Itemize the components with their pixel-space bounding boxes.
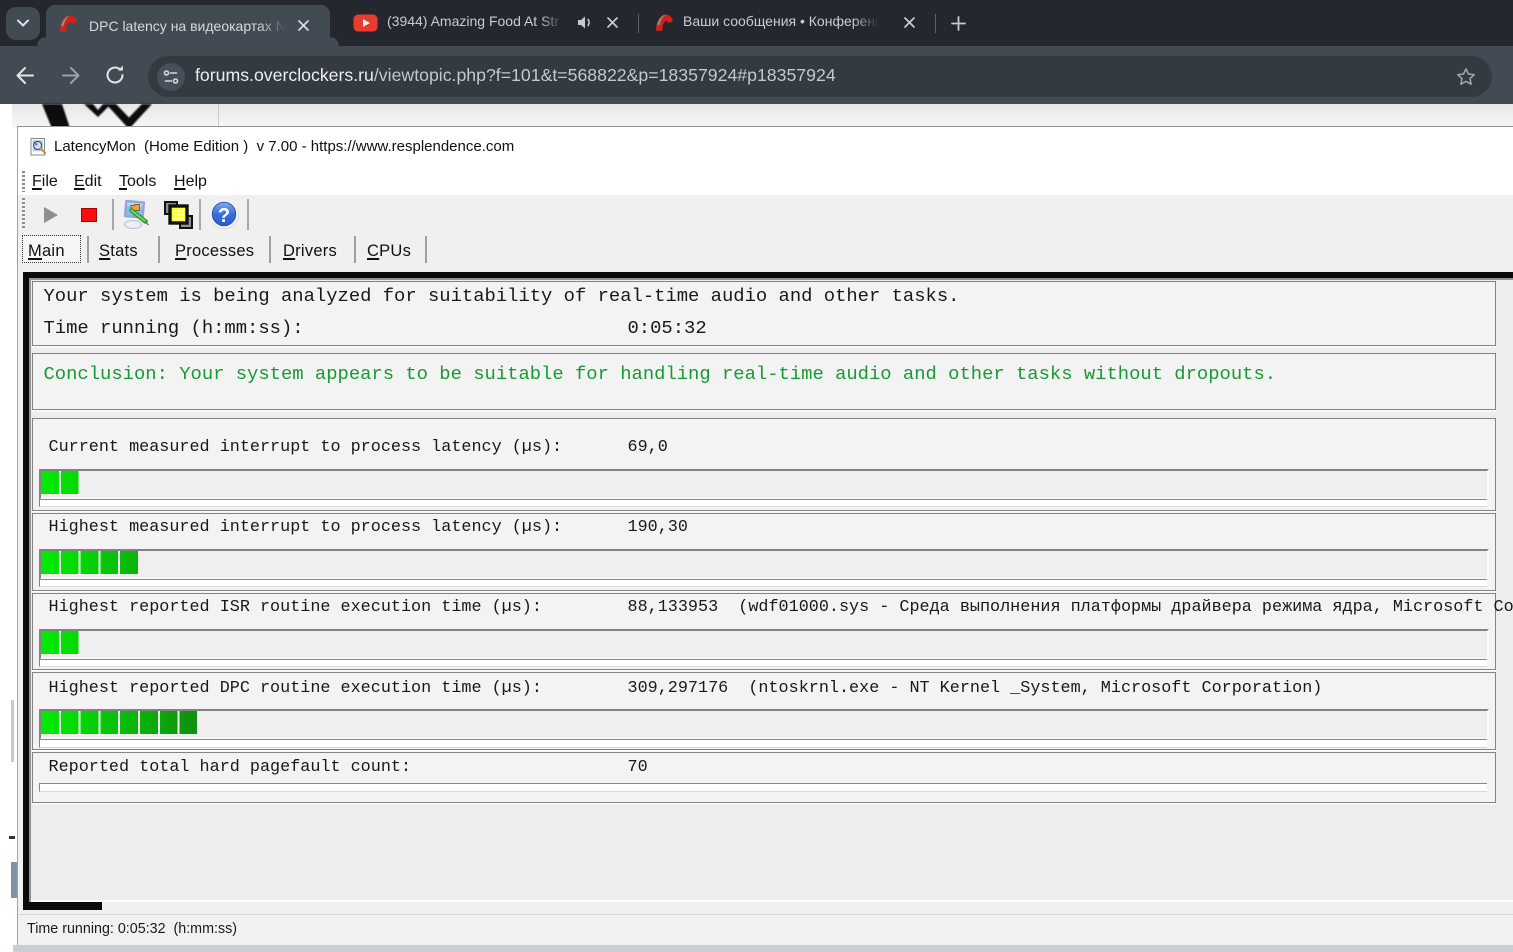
svg-text:?: ? [218, 205, 230, 227]
